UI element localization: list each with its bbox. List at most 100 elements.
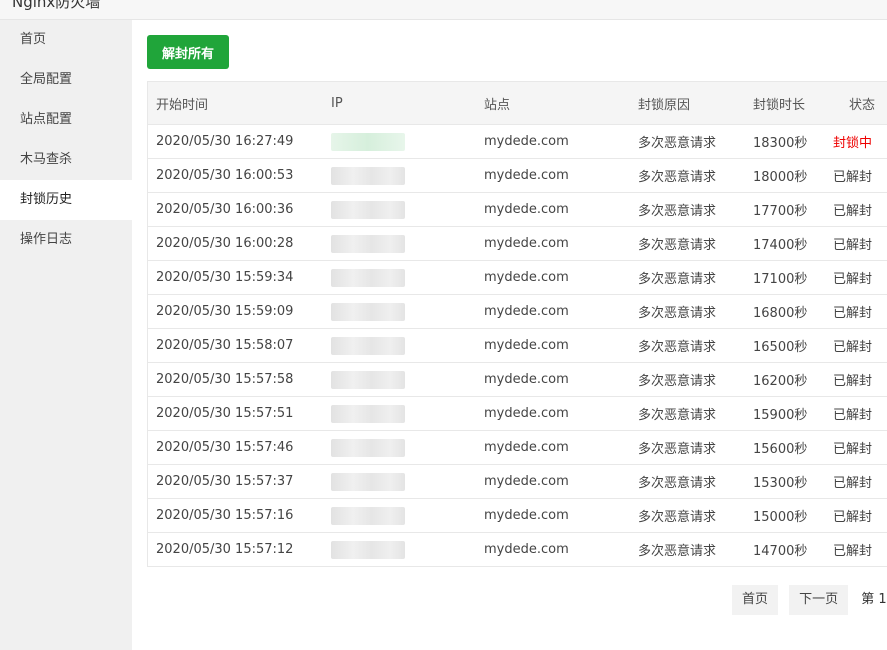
cell-reason: 多次恶意请求 <box>630 464 745 499</box>
cell-ip <box>323 124 476 159</box>
table-row[interactable]: 2020/05/30 15:59:34 mydede.com 多次恶意请求 17100… <box>148 260 887 295</box>
cell-status: 已解封 <box>825 362 887 397</box>
cell-reason: 多次恶意请求 <box>630 226 745 261</box>
table-row[interactable]: 2020/05/30 15:57:12 mydede.com 多次恶意请求 14700… <box>148 532 887 567</box>
cell-site: mydede.com <box>476 464 630 499</box>
cell-start-time: 2020/05/30 15:59:09 <box>148 294 323 329</box>
cell-status: 已解封 <box>825 260 887 295</box>
table-row[interactable]: 2020/05/30 15:57:16 mydede.com 多次恶意请求 15000… <box>148 498 887 533</box>
cell-ip <box>323 158 476 193</box>
sidebar-item-home[interactable]: 首页 <box>0 20 132 60</box>
cell-site: mydede.com <box>476 328 630 363</box>
cell-reason: 多次恶意请求 <box>630 362 745 397</box>
sidebar-item-operation-log[interactable]: 操作日志 <box>0 220 132 260</box>
ip-redacted-block <box>331 234 405 253</box>
sidebar-item-trojan-scan[interactable]: 木马查杀 <box>0 140 132 180</box>
cell-ip <box>323 260 476 295</box>
window-titlebar: Nginx防火墙 <box>0 0 887 20</box>
table-row[interactable]: 2020/05/30 16:00:53 mydede.com 多次恶意请求 18000… <box>148 158 887 193</box>
cell-start-time: 2020/05/30 15:58:07 <box>148 328 323 363</box>
cell-site: mydede.com <box>476 226 630 261</box>
column-header-ip[interactable]: IP <box>323 81 476 125</box>
cell-start-time: 2020/05/30 16:00:28 <box>148 226 323 261</box>
sidebar-item-block-history[interactable]: 封锁历史 <box>0 180 132 220</box>
cell-start-time: 2020/05/30 16:00:53 <box>148 158 323 193</box>
cell-ip <box>323 328 476 363</box>
cell-duration: 14700秒 <box>745 532 825 567</box>
table-row[interactable]: 2020/05/30 16:00:36 mydede.com 多次恶意请求 17700… <box>148 192 887 227</box>
cell-start-time: 2020/05/30 15:57:16 <box>148 498 323 533</box>
cell-duration: 17100秒 <box>745 260 825 295</box>
cell-duration: 16500秒 <box>745 328 825 363</box>
cell-reason: 多次恶意请求 <box>630 396 745 431</box>
main-content: 解封所有 开始时间 IP 站点 封锁原因 封锁时长 状态 2020/05/30 … <box>132 20 887 650</box>
cell-start-time: 2020/05/30 15:57:37 <box>148 464 323 499</box>
current-page-indicator: 第 1 页 <box>861 592 887 607</box>
cell-start-time: 2020/05/30 16:00:36 <box>148 192 323 227</box>
cell-duration: 18300秒 <box>745 124 825 159</box>
sidebar: 首页 全局配置 站点配置 木马查杀 封锁历史 操作日志 <box>0 20 132 650</box>
cell-ip <box>323 294 476 329</box>
table-row[interactable]: 2020/05/30 16:00:28 mydede.com 多次恶意请求 17400… <box>148 226 887 261</box>
cell-ip <box>323 396 476 431</box>
cell-duration: 17700秒 <box>745 192 825 227</box>
cell-ip <box>323 464 476 499</box>
cell-status: 已解封 <box>825 226 887 261</box>
block-history-table: 开始时间 IP 站点 封锁原因 封锁时长 状态 2020/05/30 16:27… <box>148 81 887 567</box>
cell-status: 已解封 <box>825 328 887 363</box>
table-row[interactable]: 2020/05/30 16:27:49 mydede.com 多次恶意请求 18300… <box>148 124 887 159</box>
table-row[interactable]: 2020/05/30 15:57:37 mydede.com 多次恶意请求 15300… <box>148 464 887 499</box>
cell-ip <box>323 362 476 397</box>
cell-duration: 17400秒 <box>745 226 825 261</box>
cell-start-time: 2020/05/30 16:27:49 <box>148 124 323 159</box>
sidebar-item-site-config[interactable]: 站点配置 <box>0 100 132 140</box>
cell-site: mydede.com <box>476 396 630 431</box>
cell-start-time: 2020/05/30 15:59:34 <box>148 260 323 295</box>
column-header-status[interactable]: 状态 <box>825 81 887 125</box>
cell-ip <box>323 226 476 261</box>
ip-redacted-block <box>331 506 405 525</box>
cell-site: mydede.com <box>476 532 630 567</box>
table-row[interactable]: 2020/05/30 15:57:51 mydede.com 多次恶意请求 15900… <box>148 396 887 431</box>
cell-duration: 15900秒 <box>745 396 825 431</box>
ip-redacted-block <box>331 540 405 559</box>
block-history-table-wrap: 开始时间 IP 站点 封锁原因 封锁时长 状态 2020/05/30 16:27… <box>147 81 887 567</box>
cell-status: 已解封 <box>825 192 887 227</box>
ip-redacted-block <box>331 472 405 491</box>
ip-redacted-block <box>331 370 405 389</box>
cell-duration: 16800秒 <box>745 294 825 329</box>
next-page-button[interactable]: 下一页 <box>789 585 849 615</box>
cell-duration: 15000秒 <box>745 498 825 533</box>
unban-all-button[interactable]: 解封所有 <box>147 35 229 69</box>
column-header-reason[interactable]: 封锁原因 <box>630 81 745 125</box>
cell-status: 已解封 <box>825 464 887 499</box>
sidebar-item-global-config[interactable]: 全局配置 <box>0 60 132 100</box>
table-row[interactable]: 2020/05/30 15:59:09 mydede.com 多次恶意请求 16800… <box>148 294 887 329</box>
cell-duration: 16200秒 <box>745 362 825 397</box>
cell-reason: 多次恶意请求 <box>630 532 745 567</box>
cell-status: 已解封 <box>825 158 887 193</box>
cell-site: mydede.com <box>476 260 630 295</box>
cell-site: mydede.com <box>476 192 630 227</box>
ip-redacted-block <box>331 200 405 219</box>
table-body: 2020/05/30 16:27:49 mydede.com 多次恶意请求 18300… <box>148 124 887 567</box>
column-header-site[interactable]: 站点 <box>476 81 630 125</box>
cell-ip <box>323 430 476 465</box>
table-row[interactable]: 2020/05/30 15:57:46 mydede.com 多次恶意请求 15600… <box>148 430 887 465</box>
cell-duration: 18000秒 <box>745 158 825 193</box>
cell-status: 已解封 <box>825 396 887 431</box>
column-header-start-time[interactable]: 开始时间 <box>148 81 323 125</box>
cell-status: 已解封 <box>825 498 887 533</box>
ip-redacted-block <box>331 336 405 355</box>
table-row[interactable]: 2020/05/30 15:58:07 mydede.com 多次恶意请求 16500… <box>148 328 887 363</box>
table-row[interactable]: 2020/05/30 15:57:58 mydede.com 多次恶意请求 16200… <box>148 362 887 397</box>
ip-redacted-block <box>331 404 405 423</box>
ip-redacted-block <box>331 268 405 287</box>
cell-site: mydede.com <box>476 430 630 465</box>
column-header-duration[interactable]: 封锁时长 <box>745 81 825 125</box>
first-page-button[interactable]: 首页 <box>732 585 779 615</box>
cell-reason: 多次恶意请求 <box>630 498 745 533</box>
cell-reason: 多次恶意请求 <box>630 124 745 159</box>
cell-ip <box>323 532 476 567</box>
ip-redacted-block <box>331 438 405 457</box>
